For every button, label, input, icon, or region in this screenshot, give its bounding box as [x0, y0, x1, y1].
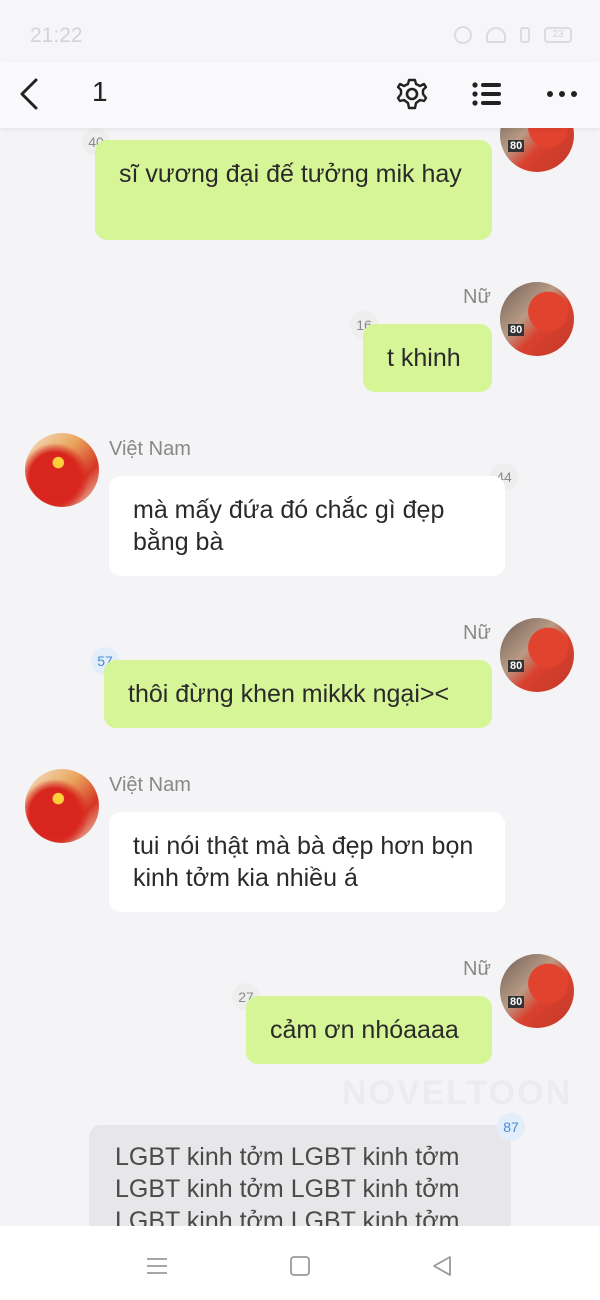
- avatar[interactable]: [25, 769, 99, 843]
- avatar[interactable]: 80: [500, 128, 574, 172]
- signal-icon: [520, 27, 530, 43]
- noveltoon-watermark: NOVELTOON: [342, 1074, 573, 1112]
- list-icon: [472, 82, 501, 106]
- back-button[interactable]: [14, 74, 50, 114]
- back-nav-button[interactable]: [422, 1246, 462, 1286]
- more-dots-icon: [547, 91, 577, 97]
- message-bubble[interactable]: t khinh: [363, 324, 492, 392]
- wifi-icon: [486, 27, 506, 43]
- chat-title: 1: [92, 76, 108, 107]
- avatar[interactable]: 80: [500, 282, 574, 356]
- message-bubble[interactable]: mà mấy đứa đó chắc gì đẹp bằng bà: [109, 476, 505, 576]
- sender-name: Việt Nam: [109, 438, 191, 460]
- status-icons: 23: [454, 26, 572, 44]
- comment-count[interactable]: 87: [497, 1113, 525, 1141]
- home-nav-button[interactable]: [280, 1246, 320, 1286]
- avatar-badge: 80: [508, 996, 525, 1008]
- battery-icon: 23: [544, 27, 572, 43]
- message-bubble[interactable]: thôi đừng khen mikkk ngại><: [104, 660, 492, 728]
- sender-name: Nữ: [463, 622, 491, 644]
- status-bar: 21:22 23: [0, 0, 600, 66]
- avatar[interactable]: 80: [500, 618, 574, 692]
- more-button[interactable]: [540, 72, 584, 116]
- message-bubble[interactable]: cảm ơn nhóaaaa: [246, 996, 492, 1064]
- gear-icon: [396, 78, 428, 110]
- chapter-list-button[interactable]: [465, 72, 509, 116]
- system-nav-bar: [0, 1226, 600, 1300]
- avatar[interactable]: [25, 433, 99, 507]
- menu-nav-button[interactable]: [137, 1246, 177, 1286]
- menu-icon: [147, 1258, 167, 1274]
- home-square-icon: [290, 1256, 310, 1276]
- back-triangle-icon: [433, 1256, 451, 1276]
- chat-header: 1: [0, 62, 600, 128]
- status-time: 21:22: [30, 24, 83, 47]
- message-bubble[interactable]: sĩ vương đại đế tưởng mik hay: [95, 140, 492, 240]
- sender-name: Nữ: [463, 958, 491, 980]
- avatar[interactable]: 80: [500, 954, 574, 1028]
- sender-name: Nữ: [463, 286, 491, 308]
- chat-area[interactable]: 80 40 sĩ vương đại đế tưởng mik hay Nữ 8…: [0, 128, 600, 1226]
- avatar-badge: 80: [508, 660, 525, 672]
- alarm-icon: [454, 26, 472, 44]
- avatar-badge: 80: [508, 324, 525, 336]
- avatar-badge: 80: [508, 140, 525, 152]
- sender-name: Việt Nam: [109, 774, 191, 796]
- narration-bubble[interactable]: LGBT kinh tởm LGBT kinh tởm LGBT kinh tở…: [89, 1125, 511, 1226]
- message-bubble[interactable]: tui nói thật mà bà đẹp hơn bọn kinh tởm …: [109, 812, 505, 912]
- settings-button[interactable]: [390, 72, 434, 116]
- chevron-left-icon: [20, 78, 38, 110]
